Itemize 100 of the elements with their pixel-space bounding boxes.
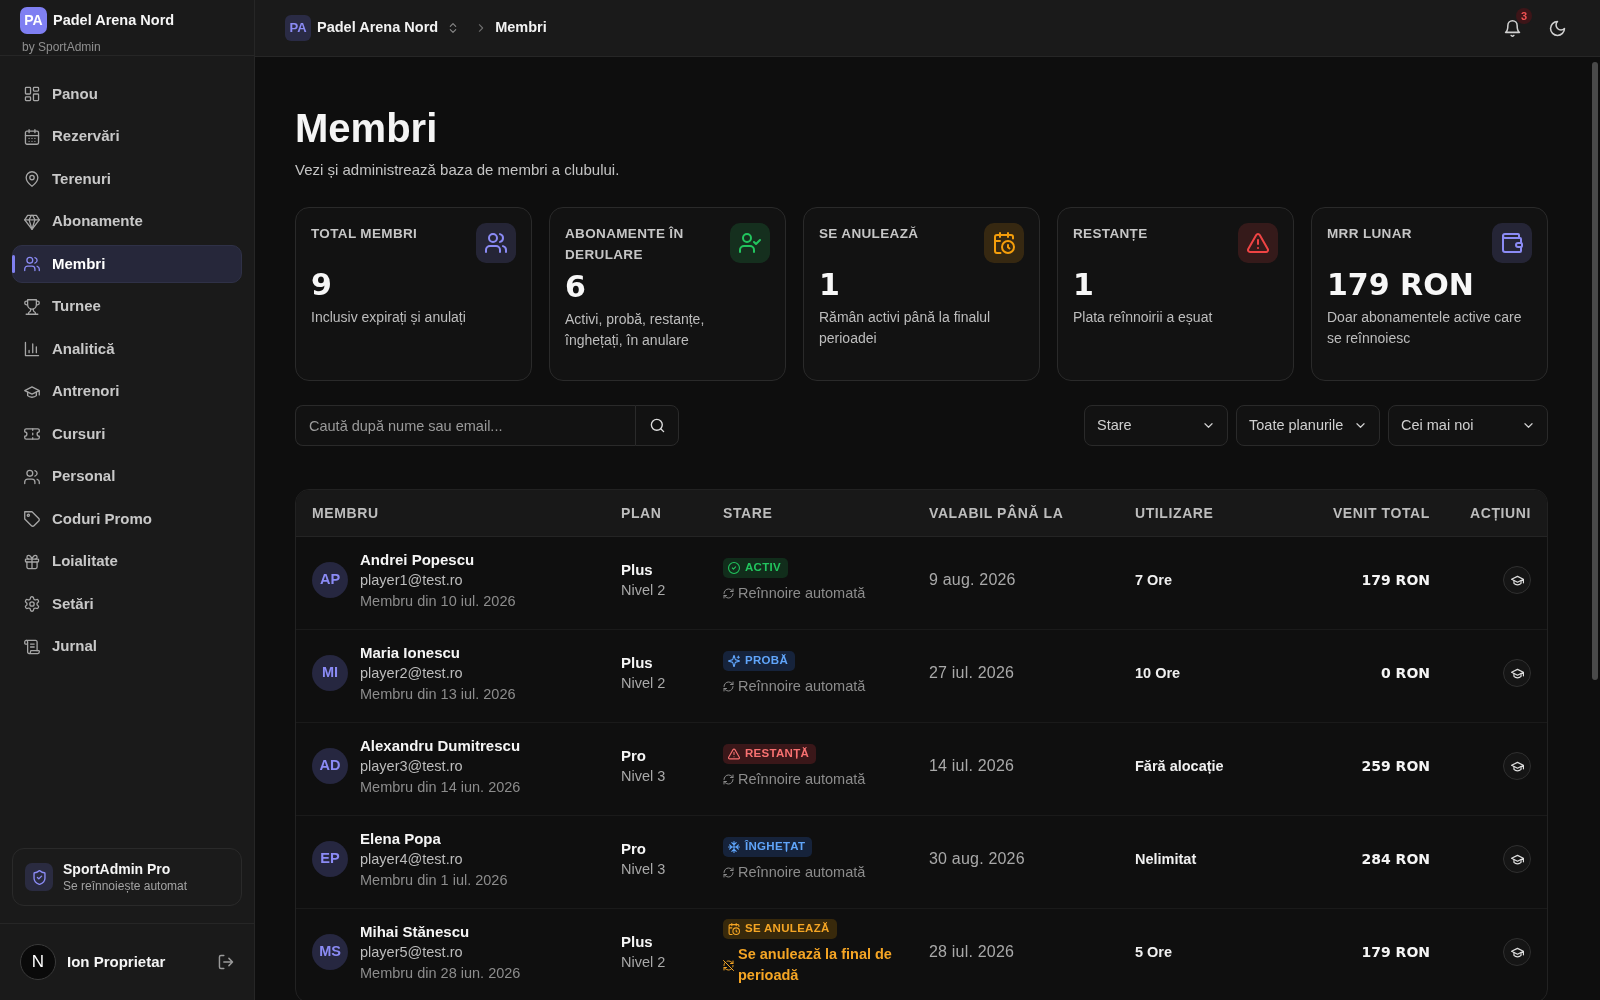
status-label: PROBĂ	[745, 655, 789, 667]
action-button[interactable]	[1503, 566, 1531, 594]
brand-name: Padel Arena Nord	[53, 10, 175, 30]
search-button[interactable]	[635, 405, 679, 446]
member-avatar: EP	[312, 841, 348, 877]
sidebar-item[interactable]: Rezervări	[12, 117, 242, 156]
column-header: ACȚIUNI	[1469, 503, 1532, 523]
shield-check-icon	[25, 863, 53, 891]
sidebar-item[interactable]: Cursuri	[12, 415, 242, 453]
sidebar-item[interactable]: Abonamente	[12, 202, 242, 241]
member-since: Membru din 10 iul. 2026	[360, 591, 516, 611]
breadcrumb-current: Membri	[495, 18, 547, 38]
sidebar-item[interactable]: Terenuri	[12, 160, 242, 198]
valid-until: 9 aug. 2026	[929, 571, 1016, 588]
graduation-cap-icon	[1510, 573, 1524, 587]
member-email: player4@test.ro	[360, 849, 464, 869]
stat-label: MRR LUNAR	[1327, 225, 1412, 243]
sidebar-item[interactable]: Membri	[12, 245, 242, 283]
plan-name: Pro	[621, 746, 647, 766]
page-subtitle: Vezi și administrează baza de membri a clubului.	[295, 160, 621, 180]
graduation-cap-icon	[1510, 666, 1524, 680]
valid-until: 30 aug. 2026	[929, 850, 1025, 867]
member-email: player2@test.ro	[360, 663, 464, 683]
plan-name: Plus	[621, 560, 654, 580]
member-avatar: AD	[312, 748, 348, 784]
map-pin-icon	[24, 171, 40, 187]
revenue-amount: 179 RON	[1361, 572, 1430, 588]
member-email: player5@test.ro	[360, 942, 464, 962]
sidebar-item[interactable]: Analitică	[12, 330, 242, 368]
filter-dropdown[interactable]: Cei mai noi	[1388, 405, 1548, 446]
user-avatar: N	[20, 944, 56, 980]
filter-dropdown[interactable]: Toate planurile	[1236, 405, 1380, 446]
users-icon	[24, 256, 40, 272]
sidebar-item[interactable]: Jurnal	[12, 627, 242, 666]
search-field[interactable]: Caută după nume sau email...	[295, 405, 635, 446]
stat-description: Doar abonamentele active care se reînnoiesc	[1327, 308, 1523, 348]
plan-name: Plus	[621, 932, 654, 952]
sidebar-item[interactable]: Loialitate	[12, 542, 242, 581]
member-name: Mihai Stănescu	[360, 921, 471, 942]
valid-until: 28 iul. 2026	[929, 943, 1015, 960]
stat-value: 179 RON	[1327, 267, 1475, 303]
action-button[interactable]	[1503, 845, 1531, 873]
scrollbar-thumb[interactable]	[1592, 62, 1598, 680]
moon-icon	[1548, 19, 1566, 37]
users-icon	[24, 468, 40, 485]
plan-level: Nivel 2	[621, 674, 667, 693]
plan-level: Nivel 3	[621, 860, 667, 879]
column-header: VALABIL PÂNĂ LA	[928, 503, 1065, 523]
plan-level: Nivel 2	[621, 953, 667, 972]
renewal-note: Reînnoire automată	[738, 770, 866, 789]
stat-value: 9	[311, 267, 333, 303]
stat-description: Activi, probă, restanțe, înghețați, în anulare	[565, 310, 706, 350]
stat-description: Rămân activi până la finalul perioadei	[819, 308, 992, 348]
club-switcher[interactable]: Padel Arena Nord	[317, 17, 439, 39]
member-avatar: MI	[312, 655, 348, 691]
stat-label: ABONAMENTE ÎN DERULARE	[565, 225, 685, 264]
action-button[interactable]	[1503, 752, 1531, 780]
logout-button[interactable]	[218, 954, 234, 970]
tag-icon	[24, 511, 40, 527]
ticket-icon	[24, 426, 40, 442]
club-logo: PA	[285, 15, 311, 41]
member-name: Andrei Popescu	[360, 549, 476, 570]
check-circle-icon	[728, 562, 740, 574]
column-header: STARE	[722, 503, 774, 523]
graduation-cap-icon	[1510, 759, 1524, 773]
renewal-note: Reînnoire automată	[738, 863, 866, 882]
bar-chart-icon	[24, 341, 40, 357]
theme-toggle-button[interactable]	[1547, 18, 1567, 38]
sidebar-item[interactable]: Antrenori	[12, 372, 242, 411]
diamond-icon	[24, 213, 40, 230]
member-email: player3@test.ro	[360, 756, 464, 776]
sidebar-item[interactable]: Personal	[12, 457, 242, 496]
grid-icon	[24, 86, 40, 102]
usage-text: Fără alocație	[1135, 758, 1224, 774]
status-label: RESTANȚĂ	[745, 748, 810, 760]
column-header: UTILIZARE	[1134, 503, 1215, 523]
sidebar-item[interactable]: Turnee	[12, 287, 242, 326]
plan-name: Pro	[621, 839, 647, 859]
renewal-note: Se anulează la final de perioadă	[738, 945, 893, 985]
sidebar-item[interactable]: Panou	[12, 75, 242, 113]
action-button[interactable]	[1503, 938, 1531, 966]
column-header: VENIT TOTAL	[1331, 503, 1431, 523]
calendar-clock-icon	[728, 923, 740, 935]
column-header: PLAN	[620, 503, 663, 523]
brand-tagline: by SportAdmin	[22, 40, 101, 54]
status-label: SE ANULEAZĂ	[745, 923, 830, 935]
sidebar-item[interactable]: Setări	[12, 585, 242, 623]
column-header: MEMBRU	[311, 503, 380, 523]
action-button[interactable]	[1503, 659, 1531, 687]
member-name: Elena Popa	[360, 828, 442, 849]
sparkles-icon	[728, 655, 740, 667]
gift-icon	[24, 553, 40, 570]
stat-value: 1	[1073, 267, 1095, 303]
sidebar-item[interactable]: Coduri Promo	[12, 500, 242, 538]
usage-text: 7 Ore	[1135, 572, 1173, 588]
member-name: Maria Ionescu	[360, 642, 462, 663]
valid-until: 27 iul. 2026	[929, 664, 1015, 681]
filter-dropdown[interactable]: Stare	[1084, 405, 1228, 446]
stat-description: Inclusiv expirați și anulați	[311, 308, 467, 327]
status-label: ÎNGHEȚAT	[745, 841, 806, 853]
